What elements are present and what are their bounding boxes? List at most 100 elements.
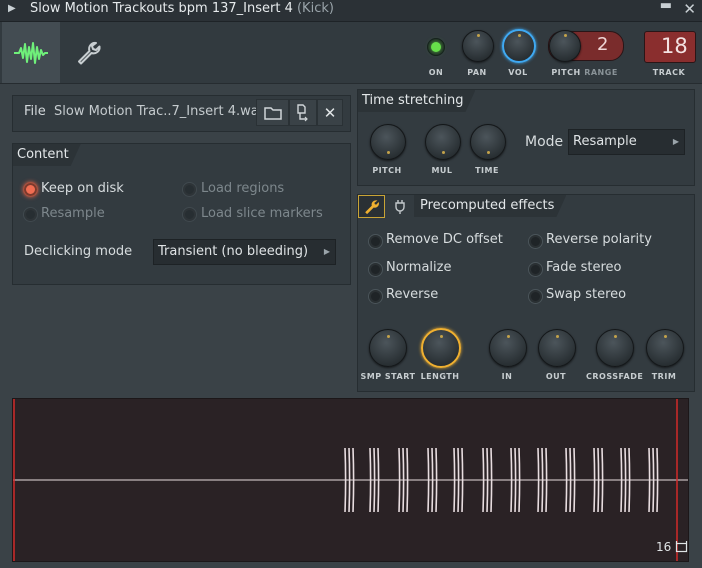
locate-file-button[interactable] bbox=[289, 99, 317, 126]
declicking-mode-label: Declicking mode bbox=[24, 244, 133, 259]
ts-pitch-label: PITCH bbox=[372, 166, 402, 175]
load-slice-markers-radio[interactable] bbox=[182, 207, 197, 222]
pitch-label: PITCH bbox=[551, 68, 581, 77]
effects-settings-tab[interactable] bbox=[358, 195, 385, 218]
smp-start-label: SMP START bbox=[360, 372, 416, 381]
waveform-transient bbox=[431, 447, 434, 513]
waveform-transient bbox=[537, 447, 540, 513]
waveform-transient bbox=[569, 447, 572, 513]
reverse-polarity-label: Reverse polarity bbox=[546, 232, 652, 247]
waveform-transient bbox=[344, 447, 347, 513]
remove-dc-offset-label: Remove DC offset bbox=[386, 232, 503, 247]
plug-icon bbox=[395, 199, 405, 214]
waveform-transient bbox=[406, 447, 409, 513]
time-stretching-title: Time stretching bbox=[358, 90, 475, 112]
track-label: TRACK bbox=[652, 68, 686, 77]
swap-stereo-label: Swap stereo bbox=[546, 287, 627, 302]
waveform-transient bbox=[427, 447, 430, 513]
length-knob[interactable] bbox=[421, 328, 461, 368]
file-panel: File Slow Motion Trac..7_Insert 4.wav ✕ bbox=[12, 95, 351, 132]
waveform-transient bbox=[597, 447, 600, 513]
waveform-transient bbox=[628, 447, 631, 513]
waveform-transient bbox=[402, 447, 405, 513]
sample-tab-button[interactable] bbox=[2, 22, 60, 83]
title-bar: ▶ Slow Motion Trackouts bpm 137_Insert 4… bbox=[0, 0, 702, 22]
ts-time-knob[interactable] bbox=[470, 124, 506, 160]
in-knob[interactable] bbox=[489, 329, 527, 367]
pan-label: PAN bbox=[467, 68, 487, 77]
smp-start-knob[interactable] bbox=[369, 329, 407, 367]
reverse-label: Reverse bbox=[386, 287, 439, 302]
out-label: OUT bbox=[545, 372, 567, 381]
waveform-transient bbox=[461, 447, 464, 513]
pitch-knob[interactable] bbox=[549, 30, 581, 62]
out-knob[interactable] bbox=[538, 329, 576, 367]
envelope-tab[interactable] bbox=[388, 195, 412, 218]
waveform-transient bbox=[593, 447, 596, 513]
ts-mul-knob[interactable] bbox=[425, 124, 461, 160]
ts-pitch-knob[interactable] bbox=[370, 124, 406, 160]
waveform-transient bbox=[573, 447, 576, 513]
snap-icon[interactable] bbox=[675, 540, 688, 553]
clear-file-button[interactable]: ✕ bbox=[317, 99, 343, 126]
trim-knob[interactable] bbox=[646, 329, 684, 367]
normalize-label: Normalize bbox=[386, 260, 452, 275]
window-title: Slow Motion Trackouts bpm 137_Insert 4 (… bbox=[30, 1, 334, 16]
track-value: 18 bbox=[661, 34, 688, 58]
keep-on-disk-label: Keep on disk bbox=[41, 181, 124, 196]
remove-dc-offset-toggle[interactable] bbox=[368, 234, 383, 249]
trim-label: TRIM bbox=[651, 372, 677, 381]
waveform-transient bbox=[486, 447, 489, 513]
fade-stereo-label: Fade stereo bbox=[546, 260, 622, 275]
range-label: RANGE bbox=[584, 68, 618, 77]
load-regions-radio[interactable] bbox=[182, 182, 197, 197]
resample-radio[interactable] bbox=[23, 207, 38, 222]
mode-value: Resample bbox=[573, 134, 637, 149]
mode-select[interactable]: Resample ▶ bbox=[568, 129, 685, 155]
pan-knob[interactable] bbox=[462, 30, 494, 62]
channel-toolbar: ON PAN VOL 2 PITCH RANGE 18 TRACK bbox=[0, 22, 702, 84]
waveform-transient bbox=[656, 447, 659, 513]
file-label: File bbox=[24, 104, 46, 119]
mode-label: Mode bbox=[525, 134, 564, 150]
on-led-icon bbox=[431, 42, 441, 52]
waveform-transient bbox=[541, 447, 544, 513]
waveform-transient bbox=[373, 447, 376, 513]
folder-icon bbox=[263, 106, 282, 120]
browse-file-button[interactable] bbox=[256, 99, 289, 126]
declicking-mode-select[interactable]: Transient (no bleeding) ▶ bbox=[153, 239, 336, 265]
ts-mul-label: MUL bbox=[431, 166, 453, 175]
swap-stereo-toggle[interactable] bbox=[528, 289, 543, 304]
file-name: Slow Motion Trac..7_Insert 4.wav bbox=[54, 104, 267, 119]
crossfade-knob[interactable] bbox=[596, 329, 634, 367]
window-menu-arrow-icon[interactable]: ▶ bbox=[8, 3, 16, 14]
content-title: Content bbox=[13, 144, 81, 166]
waveform-transient bbox=[545, 447, 548, 513]
settings-tab-button[interactable] bbox=[60, 22, 118, 83]
close-window-button[interactable]: ✕ bbox=[683, 0, 696, 18]
reverse-toggle[interactable] bbox=[368, 289, 383, 304]
waveform-transient bbox=[482, 447, 485, 513]
declicking-mode-value: Transient (no bleeding) bbox=[158, 244, 309, 259]
volume-knob[interactable] bbox=[502, 29, 536, 63]
waveform-transient bbox=[510, 447, 513, 513]
track-selector[interactable]: 18 bbox=[644, 31, 696, 63]
precomputed-effects-panel: Precomputed effects Remove DC offset Rev… bbox=[357, 194, 695, 392]
keep-on-disk-radio[interactable] bbox=[23, 182, 38, 197]
reverse-polarity-toggle[interactable] bbox=[528, 234, 543, 249]
on-label: ON bbox=[428, 68, 444, 77]
normalize-toggle[interactable] bbox=[368, 262, 383, 277]
waveform-transient bbox=[453, 447, 456, 513]
waveform-transient bbox=[369, 447, 372, 513]
length-label: LENGTH bbox=[420, 372, 460, 381]
minimize-button[interactable]: ▬ bbox=[660, 0, 672, 13]
waveform-transient bbox=[348, 447, 351, 513]
waveform-transient bbox=[601, 447, 604, 513]
close-icon: ✕ bbox=[323, 103, 337, 122]
waveform-display[interactable]: 16 bbox=[12, 398, 689, 562]
time-stretching-panel: Time stretching PITCH MUL TIME Mode Resa… bbox=[357, 89, 695, 186]
load-slice-markers-label: Load slice markers bbox=[201, 206, 323, 221]
channel-on-toggle[interactable] bbox=[427, 38, 445, 56]
fade-stereo-toggle[interactable] bbox=[528, 262, 543, 277]
crossfade-label: CROSSFADE bbox=[586, 372, 644, 381]
